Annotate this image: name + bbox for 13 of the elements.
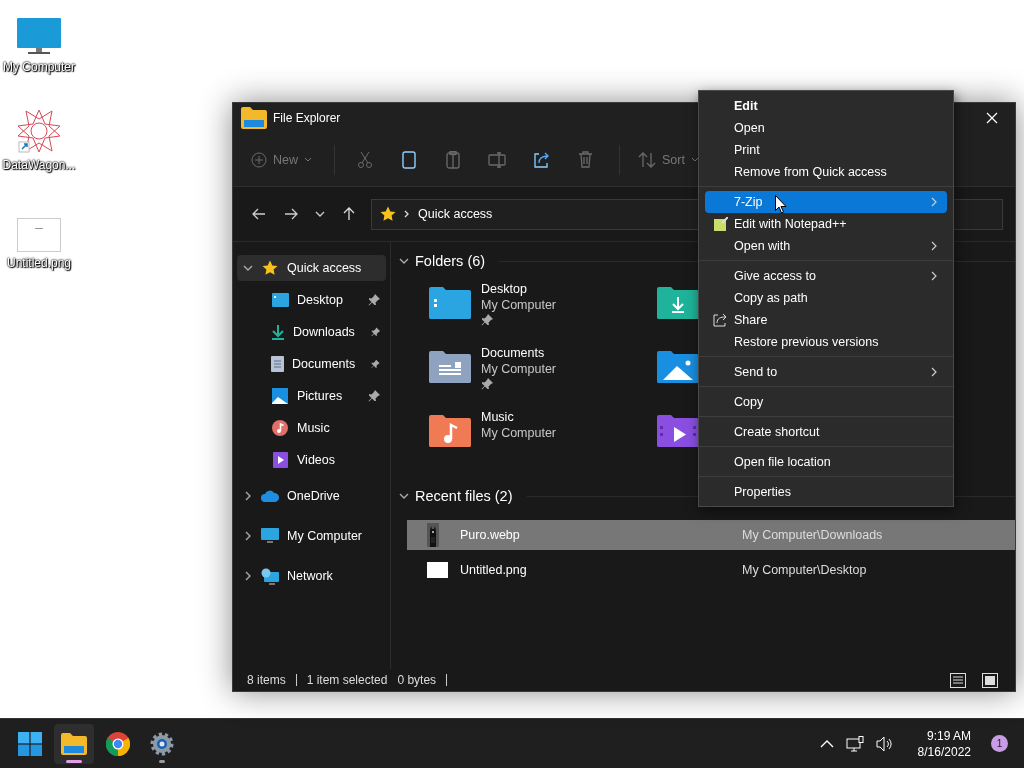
- file-name: Puro.webp: [460, 528, 521, 542]
- section-heading: Recent files (2): [415, 488, 513, 504]
- file-location: My Computer\Desktop: [742, 563, 867, 577]
- window-title: File Explorer: [273, 111, 341, 125]
- file-location: My Computer\Downloads: [742, 528, 883, 542]
- file-name: Untitled.png: [460, 563, 528, 577]
- folder-location: My Computer: [481, 426, 557, 440]
- folder-location: My Computer: [481, 362, 557, 376]
- folder-location: My Computer: [481, 298, 557, 312]
- selection-count: 1 item selected: [306, 673, 388, 687]
- item-count: 8 items: [247, 673, 286, 687]
- selection-size: 0 bytes: [397, 673, 437, 687]
- section-heading: Folders (6): [415, 253, 486, 269]
